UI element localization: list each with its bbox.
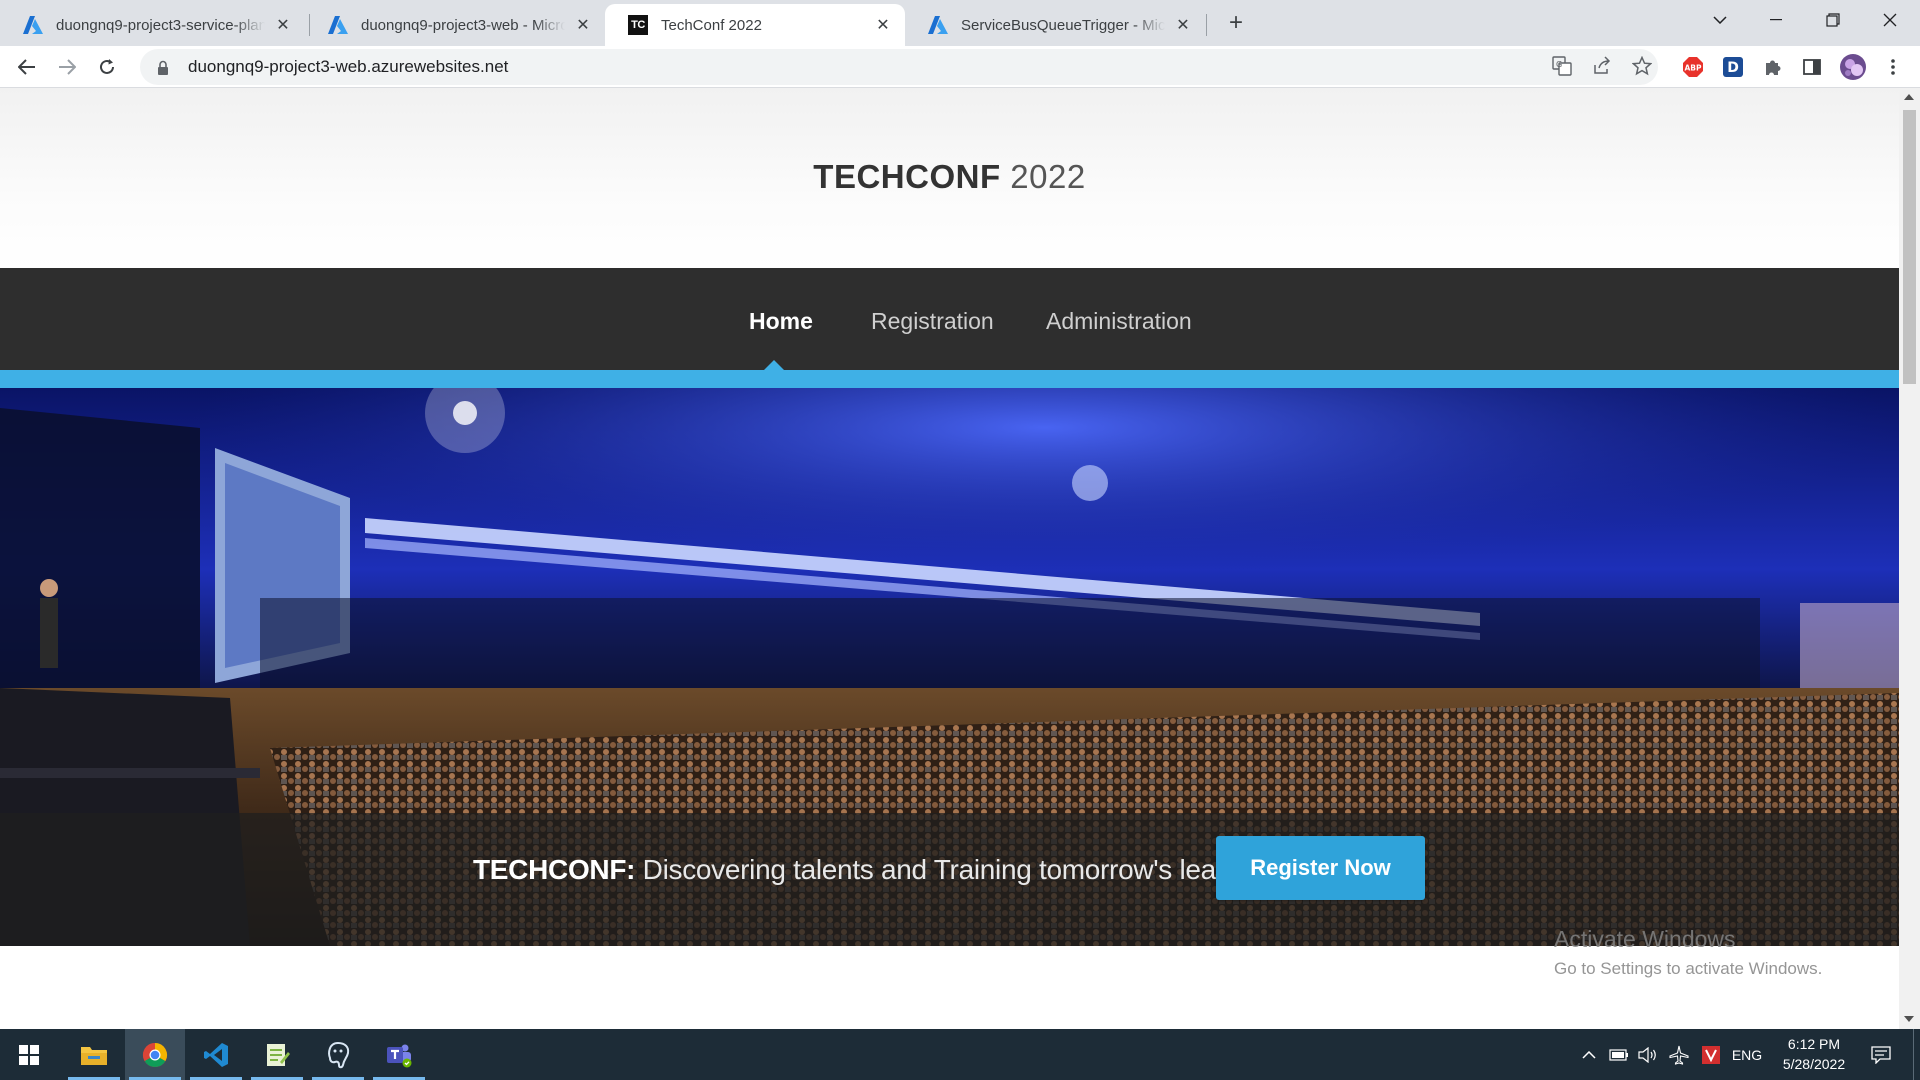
notifications-icon[interactable]: [1866, 1029, 1896, 1080]
activate-windows-watermark: Activate Windows Go to Settings to activ…: [1554, 926, 1822, 979]
windows-taskbar: ENG 6:12 PM 5/28/2022: [0, 1029, 1920, 1080]
vscode-icon[interactable]: [186, 1029, 246, 1080]
minimize-button[interactable]: [1748, 0, 1804, 40]
windows-start-button[interactable]: [0, 1029, 58, 1080]
site-navigation: Home Registration Administration: [0, 268, 1899, 370]
tab-title: duongnq9-project3-web - Microsoft Azure: [361, 16, 565, 34]
page-viewport: TECHCONF 2022 Home Registration Administ…: [0, 88, 1899, 1029]
active-nav-indicator: [764, 360, 784, 370]
airplane-mode-icon[interactable]: [1666, 1029, 1692, 1080]
register-now-button[interactable]: Register Now: [1216, 836, 1425, 900]
techconf-icon: TC: [627, 14, 649, 36]
volume-icon[interactable]: [1636, 1029, 1660, 1080]
scroll-down-arrow-icon[interactable]: [1904, 1016, 1914, 1022]
azure-icon: [327, 14, 349, 36]
accent-stripe: [0, 370, 1899, 388]
tab-title: duongnq9-project3-service-plan: [56, 16, 265, 34]
activate-subtitle: Go to Settings to activate Windows.: [1554, 959, 1823, 978]
restore-button[interactable]: [1805, 0, 1861, 40]
svg-text:D: D: [1727, 60, 1739, 76]
azure-icon: [22, 14, 44, 36]
menu-kebab-icon[interactable]: [1882, 56, 1904, 78]
extensions-puzzle-icon[interactable]: [1762, 56, 1784, 78]
back-button[interactable]: [11, 51, 43, 83]
translate-icon[interactable]: G: [1551, 55, 1573, 77]
new-tab-button[interactable]: +: [1222, 9, 1250, 37]
file-explorer-icon[interactable]: [64, 1029, 124, 1080]
side-panel-icon[interactable]: [1801, 56, 1823, 78]
page-scrollbar[interactable]: [1899, 88, 1920, 1029]
system-clock[interactable]: 6:12 PM 5/28/2022: [1766, 1034, 1862, 1074]
close-icon[interactable]: ✕: [273, 15, 293, 35]
svg-text:ABP: ABP: [1684, 64, 1702, 73]
tab-title: TechConf 2022: [661, 16, 762, 34]
close-icon[interactable]: ✕: [1173, 15, 1193, 35]
address-bar[interactable]: duongnq9-project3-web.azurewebsites.net: [140, 49, 1658, 85]
language-indicator[interactable]: ENG: [1728, 1029, 1766, 1080]
close-window-button[interactable]: [1862, 0, 1918, 40]
lock-icon[interactable]: [154, 58, 172, 76]
notepad-plus-plus-icon[interactable]: [247, 1029, 307, 1080]
nav-registration[interactable]: Registration: [871, 268, 994, 370]
browser-toolbar: duongnq9-project3-web.azurewebsites.net …: [0, 46, 1920, 88]
dashlane-icon[interactable]: D: [1722, 56, 1744, 78]
nav-administration[interactable]: Administration: [1046, 268, 1192, 370]
site-logo-title[interactable]: TECHCONF 2022: [0, 158, 1899, 196]
site-title-year: 2022: [1010, 158, 1086, 195]
bookmark-star-icon[interactable]: [1631, 55, 1653, 77]
vpn-v-icon[interactable]: [1699, 1029, 1723, 1080]
hero-tagline: TECHCONF: Discovering talents and Traini…: [473, 854, 1270, 886]
close-icon[interactable]: ✕: [573, 15, 593, 35]
tab-title: ServiceBusQueueTrigger - Microsoft Azure: [961, 16, 1165, 34]
share-icon[interactable]: [1591, 55, 1613, 77]
profile-avatar[interactable]: [1840, 54, 1866, 80]
azure-icon: [927, 14, 949, 36]
forward-button[interactable]: [51, 51, 83, 83]
adblock-plus-icon[interactable]: ABP: [1682, 56, 1704, 78]
clock-date: 5/28/2022: [1782, 1056, 1846, 1072]
tab-servicebus-trigger[interactable]: ServiceBusQueueTrigger - Microsoft Azure…: [905, 4, 1205, 46]
tagline-brand: TECHCONF:: [473, 854, 636, 885]
svg-text:G: G: [1556, 60, 1562, 69]
reload-button[interactable]: [91, 51, 123, 83]
nav-home[interactable]: Home: [749, 268, 813, 370]
show-hidden-icons-chevron-icon[interactable]: [1578, 1029, 1600, 1080]
battery-icon[interactable]: [1607, 1029, 1631, 1080]
close-icon[interactable]: ✕: [873, 15, 893, 35]
tab-web-app[interactable]: duongnq9-project3-web - Microsoft Azure …: [305, 4, 605, 46]
clock-time: 6:12 PM: [1787, 1036, 1841, 1052]
tab-search-button[interactable]: [1692, 0, 1748, 40]
tab-techconf[interactable]: TC TechConf 2022 ✕: [605, 4, 905, 46]
scroll-thumb[interactable]: [1903, 110, 1916, 384]
postgresql-icon[interactable]: [308, 1029, 368, 1080]
site-title-brand: TECHCONF: [813, 158, 1001, 195]
hero-banner: TECHCONF: Discovering talents and Traini…: [0, 388, 1899, 946]
tagline-text: Discovering talents and Training tomorro…: [642, 854, 1270, 885]
tab-strip: duongnq9-project3-service-plan ✕ duongnq…: [0, 0, 1920, 46]
chrome-icon[interactable]: [125, 1029, 185, 1080]
site-header: TECHCONF 2022: [0, 88, 1899, 268]
url-text: duongnq9-project3-web.azurewebsites.net: [188, 57, 509, 76]
activate-title: Activate Windows: [1554, 926, 1736, 952]
teams-icon[interactable]: [369, 1029, 429, 1080]
tab-divider: [1206, 14, 1207, 36]
show-desktop-button[interactable]: [1913, 1029, 1920, 1080]
tab-service-plan[interactable]: duongnq9-project3-service-plan ✕: [0, 4, 305, 46]
scroll-up-arrow-icon[interactable]: [1904, 94, 1914, 100]
